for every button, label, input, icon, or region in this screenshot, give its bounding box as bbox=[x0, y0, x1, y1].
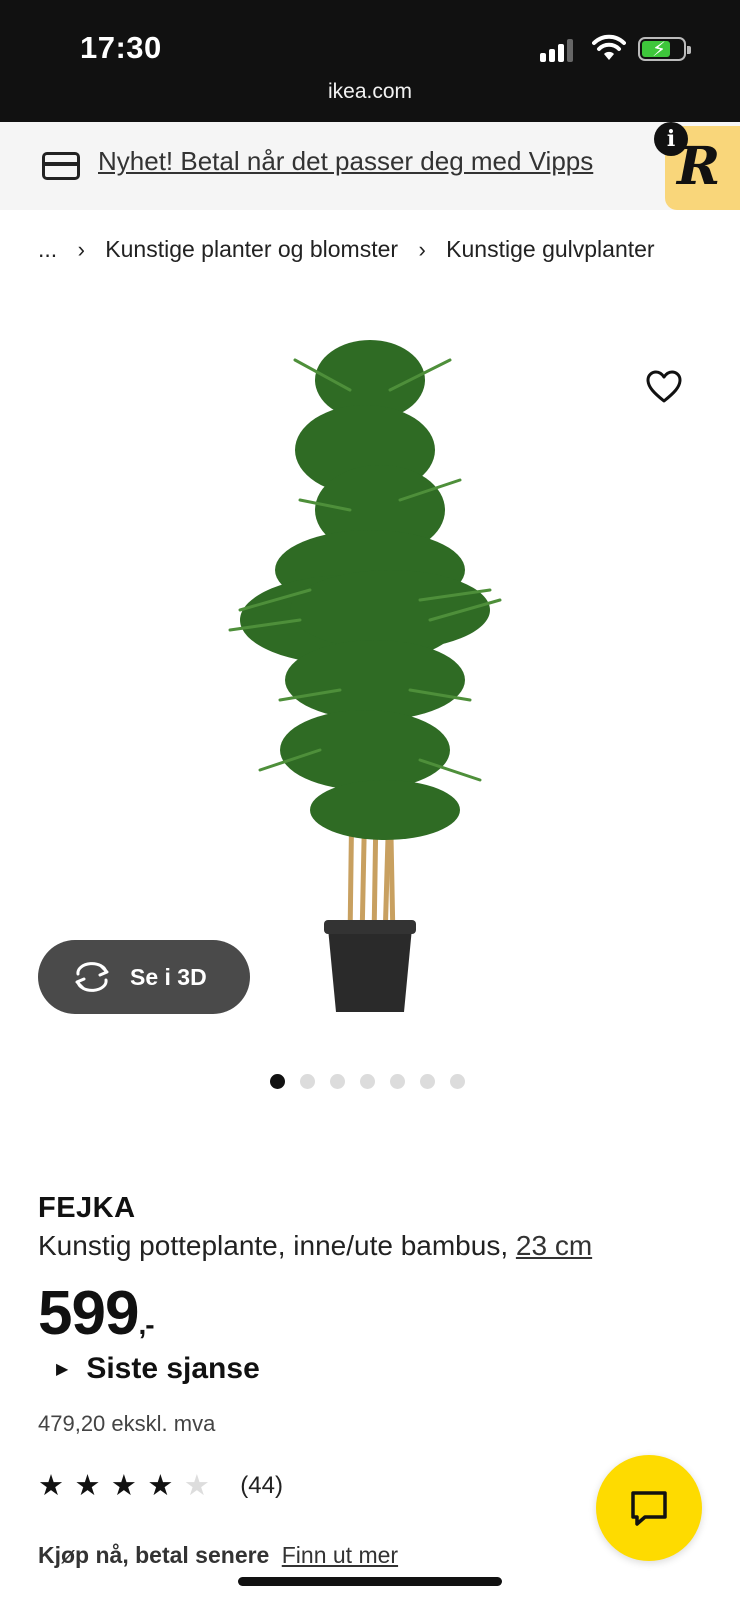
product-description-text: Kunstig potteplante, inne/ute bambus, bbox=[38, 1230, 509, 1261]
product-price: 599,- bbox=[38, 1278, 155, 1349]
review-count[interactable]: (44) bbox=[240, 1472, 283, 1500]
breadcrumb-item-floor-plants[interactable]: Kunstige gulvplanter bbox=[446, 236, 654, 263]
price-suffix: ,- bbox=[138, 1309, 154, 1340]
vipps-promo-link[interactable]: Nyhet! Betal når det passer deg med Vipp… bbox=[98, 146, 593, 177]
heart-icon[interactable] bbox=[646, 370, 682, 404]
product-size-link[interactable]: 23 cm bbox=[516, 1230, 592, 1261]
info-icon[interactable]: i bbox=[654, 122, 688, 156]
caret-right-icon: ▶ bbox=[56, 1361, 69, 1378]
chevron-right-icon: › bbox=[77, 236, 85, 262]
rotate-3d-icon bbox=[75, 962, 109, 992]
star-filled-icon: ★ bbox=[38, 1470, 64, 1502]
product-description: Kunstig potteplante, inne/ute bambus, 23… bbox=[38, 1230, 592, 1262]
carousel-dot[interactable] bbox=[360, 1074, 375, 1089]
price-excl-vat: 479,20 ekskl. mva bbox=[38, 1411, 216, 1436]
last-chance-toggle[interactable]: ▶ Siste sjanse bbox=[56, 1352, 260, 1386]
product-brand: FEJKA bbox=[38, 1192, 136, 1224]
promo-banner: Nyhet! Betal når det passer deg med Vipp… bbox=[0, 122, 740, 210]
signal-icon bbox=[540, 38, 580, 62]
carousel-dot[interactable] bbox=[330, 1074, 345, 1089]
home-indicator[interactable] bbox=[238, 1577, 502, 1586]
carousel-dot[interactable] bbox=[420, 1074, 435, 1089]
breadcrumb-item-artificial-plants[interactable]: Kunstige planter og blomster bbox=[105, 236, 398, 263]
carousel-dot[interactable] bbox=[390, 1074, 405, 1089]
status-time: 17:30 bbox=[80, 30, 162, 65]
pay-later-label: Kjøp nå, betal senere bbox=[38, 1542, 270, 1568]
status-bar: 17:30 ⚡ ikea.com bbox=[0, 0, 740, 122]
chat-icon bbox=[631, 1491, 667, 1526]
view-3d-button[interactable]: Se i 3D bbox=[38, 940, 250, 1014]
pay-later-info: Kjøp nå, betal senere Finn ut mer bbox=[38, 1542, 398, 1569]
price-value: 599 bbox=[38, 1279, 139, 1348]
breadcrumb-ellipsis[interactable]: ... bbox=[38, 236, 57, 263]
breadcrumb: ... › Kunstige planter og blomster › Kun… bbox=[38, 235, 655, 263]
star-filled-icon: ★ bbox=[147, 1470, 174, 1502]
last-chance-label: Siste sjanse bbox=[86, 1352, 260, 1385]
pay-later-link[interactable]: Finn ut mer bbox=[282, 1542, 398, 1568]
wifi-icon bbox=[592, 34, 626, 60]
carousel-dot[interactable] bbox=[300, 1074, 315, 1089]
product-rating[interactable]: ★ ★ ★ ★ ★ (44) bbox=[38, 1468, 283, 1504]
star-filled-icon: ★ bbox=[74, 1470, 101, 1502]
credit-card-icon bbox=[42, 152, 80, 180]
carousel-dot[interactable] bbox=[450, 1074, 465, 1089]
address-bar-url[interactable]: ikea.com bbox=[0, 80, 740, 104]
product-image[interactable] bbox=[200, 300, 540, 1040]
battery-charging-icon: ⚡ bbox=[638, 37, 691, 61]
star-filled-icon: ★ bbox=[110, 1470, 137, 1502]
chat-button[interactable] bbox=[596, 1455, 702, 1561]
carousel-dot[interactable] bbox=[270, 1074, 285, 1089]
star-empty-icon: ★ bbox=[183, 1470, 210, 1502]
chevron-right-icon: › bbox=[418, 236, 426, 262]
view-3d-label: Se i 3D bbox=[130, 964, 207, 990]
